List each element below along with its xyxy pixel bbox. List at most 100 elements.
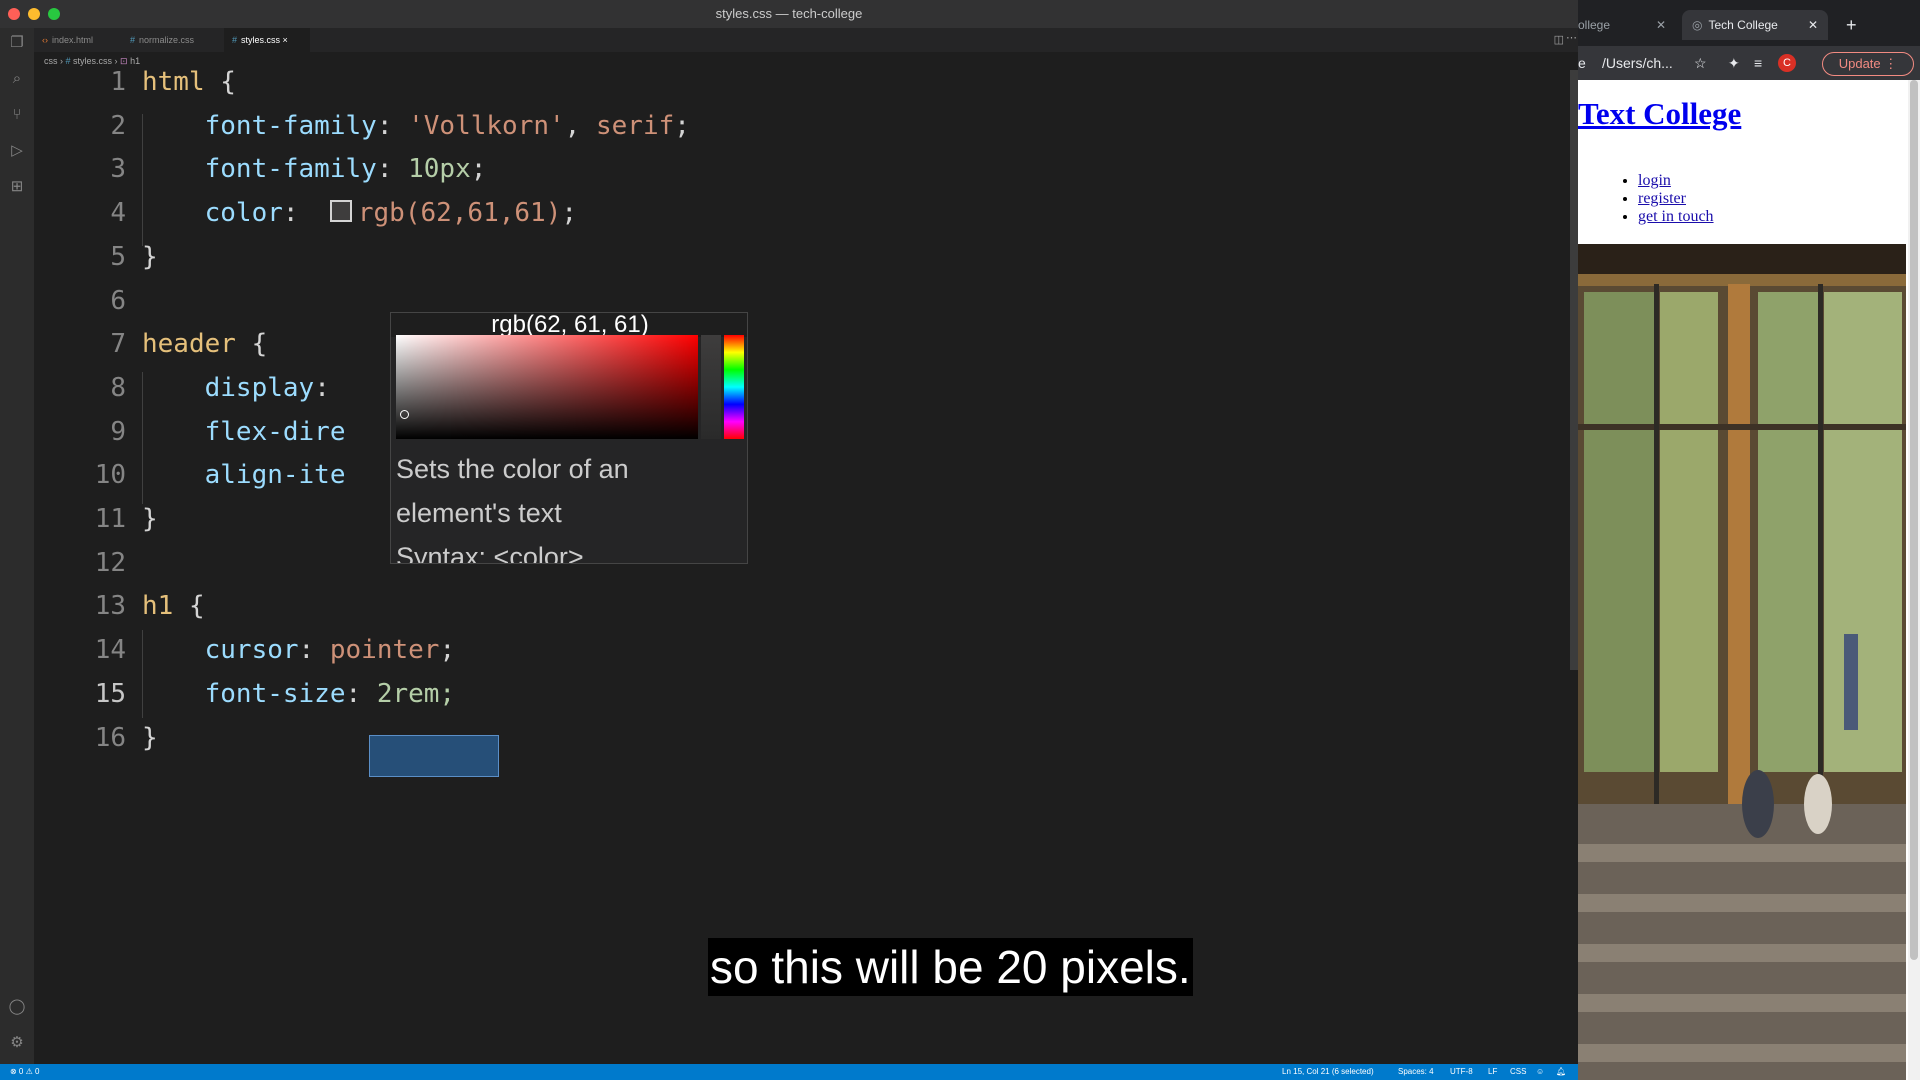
hue-strip[interactable] [724, 335, 744, 439]
color-picker-hover[interactable]: rgb(62, 61, 61) Sets the color of an ele… [390, 312, 748, 564]
minimize-window-button[interactable] [28, 8, 40, 20]
new-tab-icon[interactable]: + [1846, 10, 1857, 40]
tab-styles-css[interactable]: # styles.css × [224, 28, 310, 52]
code-line[interactable]: 7 header { [34, 322, 1534, 366]
address-bar[interactable]: /Users/ch... [1602, 46, 1673, 80]
docs-line: Sets the color of an [396, 454, 629, 484]
notifications-icon[interactable]: 🔔︎ [1556, 1064, 1566, 1080]
tab-normalize-css[interactable]: # normalize.css [122, 28, 224, 52]
scrollbar-thumb[interactable] [1910, 80, 1918, 960]
browser-tab-strip: ollege ✕ ◎ Tech College ✕ + [1578, 0, 1920, 46]
property-docs: Sets the color of an element's text Synt… [396, 447, 736, 563]
cursor-position[interactable]: Ln 15, Col 21 (6 selected) [1282, 1064, 1374, 1080]
saturation-handle[interactable] [400, 410, 409, 419]
nav-item: get in touch [1638, 208, 1714, 226]
activity-bar: ❐ ⌕ ⑂ ▷ ⊞ ◯ ⚙ [0, 28, 34, 1064]
browser-scrollbar[interactable] [1908, 80, 1920, 1080]
code-token: header [142, 329, 236, 360]
code-line[interactable]: 9 flex-dire [34, 410, 1534, 454]
code-token: : [345, 678, 377, 709]
code-line[interactable]: 12 [34, 541, 1534, 585]
code-line[interactable]: 4 color: rgb(62,61,61); [34, 191, 1534, 235]
account-icon[interactable]: ◯ [8, 998, 26, 1016]
run-debug-icon[interactable]: ▷ [8, 142, 26, 160]
code-token: 2rem; [376, 678, 456, 709]
line-number: 12 [94, 547, 126, 578]
profile-avatar[interactable]: C [1778, 54, 1796, 72]
line-number: 4 [110, 198, 126, 229]
code-token: font-family [142, 154, 377, 185]
register-link[interactable]: register [1638, 190, 1686, 207]
code-editor[interactable]: 1 html {2 font-family: 'Vollkorn', serif;… [34, 67, 1578, 1064]
code-line[interactable]: 11} [34, 497, 1534, 541]
explorer-icon[interactable]: ❐ [8, 34, 26, 52]
code-line[interactable]: 15 font-size: 2rem; [34, 672, 1534, 716]
code-token: font-family [142, 110, 377, 141]
line-number: 5 [110, 241, 126, 272]
code-token: cursor [142, 635, 299, 666]
split-editor-icon[interactable]: ◫ [1554, 33, 1564, 46]
code-token: align-ite [142, 460, 346, 491]
status-bar: ⊗ 0 ⚠ 0 Ln 15, Col 21 (6 selected) Space… [0, 1064, 1578, 1080]
code-token: { [204, 67, 236, 97]
login-link[interactable]: login [1638, 172, 1671, 189]
maximize-window-button[interactable] [48, 8, 60, 20]
eol-setting[interactable]: LF [1488, 1064, 1497, 1080]
address-prefix: e [1578, 55, 1586, 71]
close-tab-icon[interactable]: × [283, 35, 288, 45]
line-code: h1 { [142, 584, 205, 628]
color-picker-value[interactable]: rgb(62, 61, 61) [391, 313, 747, 337]
code-line[interactable]: 8 display: [34, 366, 1534, 410]
extensions-puzzle-icon[interactable]: ✦ [1728, 46, 1740, 80]
docs-line: element's text [396, 498, 562, 528]
saturation-panel[interactable] [396, 335, 698, 439]
code-token: display [142, 372, 315, 403]
code-token: pointer [329, 635, 440, 666]
opacity-strip[interactable] [701, 335, 721, 439]
line-number: 8 [110, 372, 126, 403]
browser-tab-active[interactable]: ◎ Tech College ✕ [1682, 10, 1828, 40]
encoding-setting[interactable]: UTF-8 [1450, 1064, 1473, 1080]
close-window-button[interactable] [8, 8, 20, 20]
editor-scrollbar[interactable] [1570, 70, 1578, 670]
code-line[interactable]: 3 font-family: 10px; [34, 147, 1534, 191]
code-token: color [142, 198, 283, 229]
code-line[interactable]: 13 h1 { [34, 584, 1534, 628]
code-token: : [376, 154, 409, 185]
indent-setting[interactable]: Spaces: 4 [1398, 1064, 1434, 1080]
title-bar: styles.css — tech-college [0, 0, 1578, 28]
close-tab-icon[interactable]: ✕ [1808, 10, 1818, 40]
line-number: 15 [94, 678, 126, 709]
line-code: font-family: 'Vollkorn', serif; [142, 104, 690, 148]
close-tab-icon[interactable]: ✕ [1656, 10, 1666, 40]
update-button[interactable]: Update ⋮ [1822, 52, 1914, 76]
reading-list-icon[interactable]: ≡ [1754, 46, 1762, 80]
code-token: { [173, 591, 205, 622]
code-line[interactable]: 16} [34, 716, 1534, 760]
line-code: display: [142, 366, 330, 410]
problems-indicator[interactable]: ⊗ 0 ⚠ 0 [10, 1064, 39, 1080]
code-line[interactable]: 14 cursor: pointer; [34, 628, 1534, 672]
code-line[interactable]: 6 [34, 279, 1534, 323]
browser-window: ollege ✕ ◎ Tech College ✕ + e /Users/ch... … [1578, 0, 1920, 1080]
browser-tab-previous[interactable]: ollege ✕ [1578, 10, 1682, 40]
code-line[interactable]: 1 html { [34, 60, 1534, 104]
more-actions-icon[interactable]: ⋯ [1566, 31, 1578, 44]
source-control-icon[interactable]: ⑂ [8, 106, 26, 124]
language-mode[interactable]: CSS [1510, 1064, 1526, 1080]
tab-index-html[interactable]: ‹› index.html [34, 28, 122, 52]
color-swatch-icon[interactable] [329, 199, 352, 222]
code-token: } [142, 722, 158, 753]
settings-gear-icon[interactable]: ⚙ [8, 1034, 26, 1052]
code-line[interactable]: 10 align-ite [34, 453, 1534, 497]
bookmark-star-icon[interactable]: ☆ [1694, 46, 1707, 80]
code-line[interactable]: 5} [34, 235, 1534, 279]
search-icon[interactable]: ⌕ [8, 70, 26, 88]
extensions-icon[interactable]: ⊞ [8, 178, 26, 196]
get-in-touch-link[interactable]: get in touch [1638, 208, 1714, 225]
code-line[interactable]: 2 font-family: 'Vollkorn', serif; [34, 104, 1534, 148]
feedback-icon[interactable]: ☺ [1536, 1064, 1544, 1080]
line-number: 3 [110, 154, 126, 185]
line-number: 1 [110, 67, 126, 97]
page-heading-link[interactable]: Text College [1578, 96, 1741, 132]
